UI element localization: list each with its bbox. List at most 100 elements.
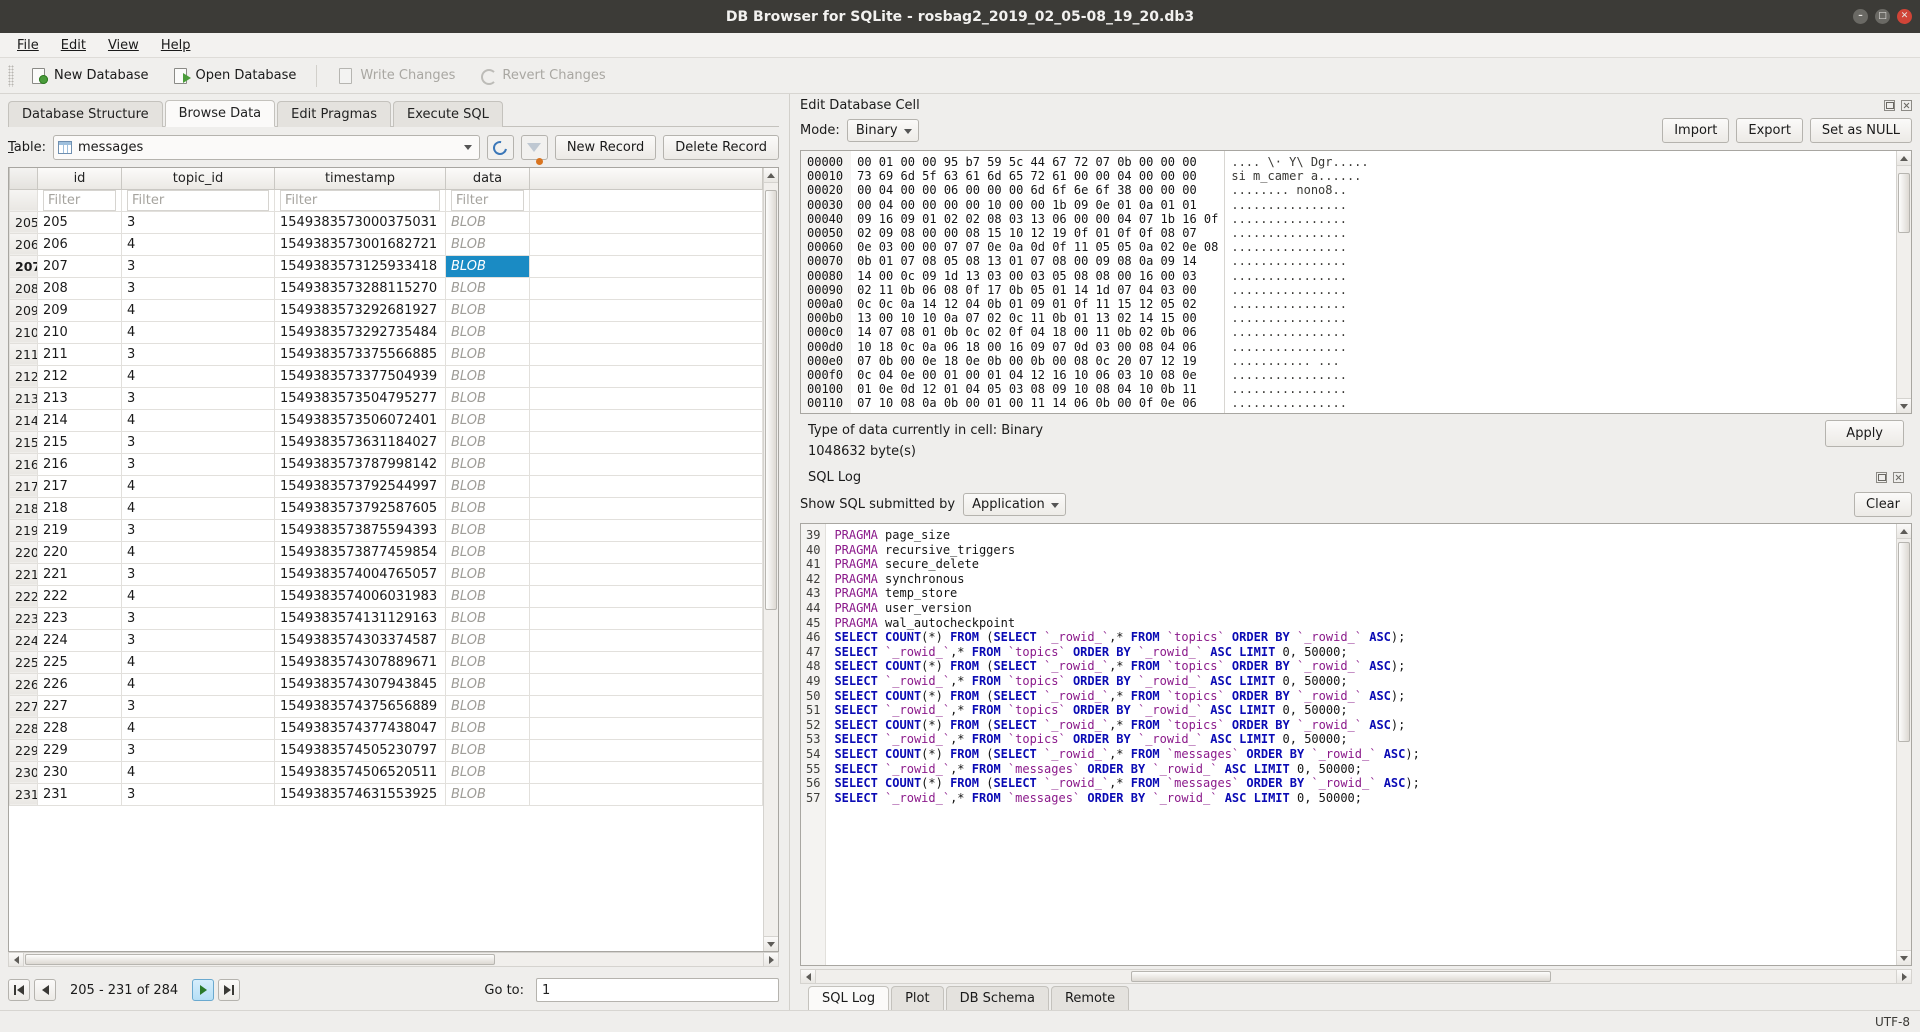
cell-timestamp[interactable]: 1549383574377438047 [274, 716, 446, 740]
table-row[interactable]: 223 223 3 1549383574131129163 BLOB [9, 606, 763, 630]
cell-timestamp[interactable]: 1549383573000375031 [274, 210, 446, 234]
sql-log-textarea[interactable]: 39 40 41 42 43 44 45 46 47 48 49 50 51 5… [800, 523, 1912, 966]
cell-topic-id[interactable]: 4 [121, 364, 275, 388]
log-scroll-thumb[interactable] [1898, 542, 1910, 742]
cell-data[interactable]: BLOB [445, 452, 530, 476]
minimize-button[interactable]: – [1853, 9, 1868, 24]
cell-timestamp[interactable]: 1549383574307889671 [274, 650, 446, 674]
column-header-topic-id[interactable]: topic_id [121, 168, 275, 190]
cell-data[interactable]: BLOB [445, 584, 530, 608]
cell-timestamp[interactable]: 1549383573875594393 [274, 518, 446, 542]
cell-id[interactable]: 206 [37, 232, 122, 256]
cell-data[interactable]: BLOB [445, 782, 530, 806]
cell-timestamp[interactable]: 1549383573292735484 [274, 320, 446, 344]
cell-topic-id[interactable]: 4 [121, 584, 275, 608]
cell-timestamp[interactable]: 1549383574631553925 [274, 782, 446, 806]
table-row[interactable]: 231 231 3 1549383574631553925 BLOB [9, 782, 763, 806]
cell-topic-id[interactable]: 4 [121, 716, 275, 740]
cell-timestamp[interactable]: 1549383573375566885 [274, 342, 446, 366]
refresh-button[interactable] [486, 135, 514, 160]
table-row[interactable]: 215 215 3 1549383573631184027 BLOB [9, 430, 763, 454]
table-row[interactable]: 220 220 4 1549383573877459854 BLOB [9, 540, 763, 564]
cell-topic-id[interactable]: 4 [121, 496, 275, 520]
close-panel-icon[interactable] [1901, 100, 1912, 111]
mode-select[interactable]: Binary [846, 119, 919, 142]
log-scroll-up-button[interactable] [1897, 524, 1911, 539]
tab-execute-sql[interactable]: Execute SQL [393, 101, 503, 127]
pane-splitter[interactable] [789, 94, 790, 1010]
row-header[interactable]: 215 [9, 430, 38, 454]
table-row[interactable]: 217 217 4 1549383573792544997 BLOB [9, 474, 763, 498]
cell-id[interactable]: 212 [37, 364, 122, 388]
table-row[interactable]: 225 225 4 1549383574307889671 BLOB [9, 650, 763, 674]
cell-data[interactable]: BLOB [445, 606, 530, 630]
cell-id[interactable]: 220 [37, 540, 122, 564]
table-row[interactable]: 208 208 3 1549383573288115270 BLOB [9, 276, 763, 300]
column-header-id[interactable]: id [37, 168, 122, 190]
cell-timestamp[interactable]: 1549383573877459854 [274, 540, 446, 564]
sql-source-select[interactable]: Application [963, 493, 1066, 516]
cell-timestamp[interactable]: 1549383574303374587 [274, 628, 446, 652]
row-header[interactable]: 218 [9, 496, 38, 520]
cell-id[interactable]: 218 [37, 496, 122, 520]
filter-input-topic-id[interactable] [127, 190, 269, 210]
export-button[interactable]: Export [1736, 118, 1803, 143]
cell-topic-id[interactable]: 4 [121, 320, 275, 344]
cell-topic-id[interactable]: 3 [121, 452, 275, 476]
cell-id[interactable]: 208 [37, 276, 122, 300]
table-row[interactable]: 209 209 4 1549383573292681927 BLOB [9, 298, 763, 322]
filter-cell-id[interactable] [37, 188, 122, 212]
cell-data[interactable]: BLOB [445, 430, 530, 454]
menu-edit[interactable]: Edit [50, 35, 97, 56]
cell-id[interactable]: 224 [37, 628, 122, 652]
bottom-tab-plot[interactable]: Plot [891, 986, 944, 1010]
row-header[interactable]: 205 [9, 210, 38, 234]
table-row[interactable]: 214 214 4 1549383573506072401 BLOB [9, 408, 763, 432]
cell-id[interactable]: 216 [37, 452, 122, 476]
cell-id[interactable]: 207 [37, 254, 122, 278]
hex-scroll-thumb[interactable] [1898, 173, 1910, 233]
table-row[interactable]: 20720731549383573125933418BLOB [9, 254, 763, 278]
cell-timestamp[interactable]: 1549383574131129163 [274, 606, 446, 630]
cell-data[interactable]: BLOB [445, 276, 530, 300]
cell-id[interactable]: 215 [37, 430, 122, 454]
delete-record-button[interactable]: Delete Record [663, 135, 779, 160]
cell-id[interactable]: 223 [37, 606, 122, 630]
row-header[interactable]: 216 [9, 452, 38, 476]
row-header[interactable]: 224 [9, 628, 38, 652]
cell-id[interactable]: 222 [37, 584, 122, 608]
cell-data[interactable]: BLOB [445, 694, 530, 718]
cell-topic-id[interactable]: 3 [121, 694, 275, 718]
cell-topic-id[interactable]: 4 [121, 650, 275, 674]
cell-timestamp[interactable]: 1549383573288115270 [274, 276, 446, 300]
scroll-left-button[interactable] [9, 953, 24, 966]
menu-view[interactable]: View [97, 35, 150, 56]
cell-timestamp[interactable]: 1549383573792544997 [274, 474, 446, 498]
cell-timestamp[interactable]: 1549383573504795277 [274, 386, 446, 410]
cell-data[interactable]: BLOB [445, 254, 530, 278]
sql-log-horizontal-scrollbar[interactable] [800, 969, 1912, 984]
scroll-up-button[interactable] [764, 168, 778, 183]
grid-corner[interactable] [9, 168, 38, 190]
filter-input-id[interactable] [43, 190, 116, 210]
log-scroll-right-button[interactable] [1896, 970, 1911, 983]
cell-timestamp[interactable]: 1549383573377504939 [274, 364, 446, 388]
hex-scroll-down-button[interactable] [1897, 398, 1911, 413]
cell-data[interactable]: BLOB [445, 518, 530, 542]
hex-scroll-up-button[interactable] [1897, 151, 1911, 166]
cell-data[interactable]: BLOB [445, 716, 530, 740]
cell-data[interactable]: BLOB [445, 298, 530, 322]
cell-topic-id[interactable]: 3 [121, 782, 275, 806]
table-row[interactable]: 206 206 4 1549383573001682721 BLOB [9, 232, 763, 256]
cell-topic-id[interactable]: 3 [121, 254, 275, 278]
cell-topic-id[interactable]: 4 [121, 298, 275, 322]
table-row[interactable]: 210 210 4 1549383573292735484 BLOB [9, 320, 763, 344]
cell-data[interactable]: BLOB [445, 320, 530, 344]
column-header-timestamp[interactable]: timestamp [274, 168, 446, 190]
cell-data[interactable]: BLOB [445, 386, 530, 410]
cell-id[interactable]: 227 [37, 694, 122, 718]
cell-timestamp[interactable]: 1549383573125933418 [274, 254, 446, 278]
log-hscroll-thumb[interactable] [1131, 971, 1551, 982]
cell-id[interactable]: 214 [37, 408, 122, 432]
cell-id[interactable]: 229 [37, 738, 122, 762]
